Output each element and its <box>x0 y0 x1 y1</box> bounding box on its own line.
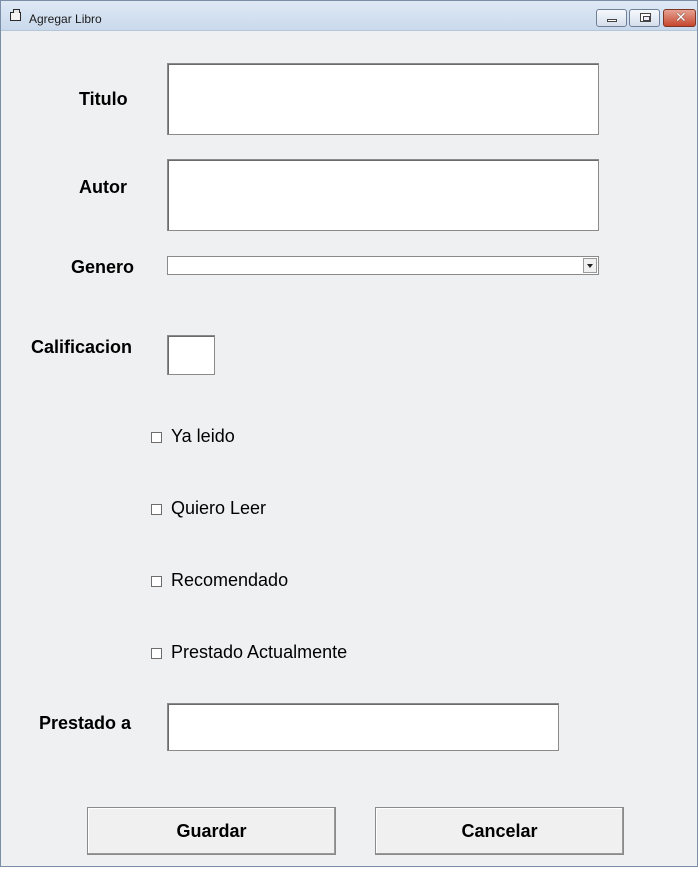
close-button[interactable]: ✕ <box>663 9 696 27</box>
agregar-libro-window: Agregar Libro ✕ Titulo Autor Genero Cali… <box>0 0 698 867</box>
autor-field[interactable] <box>167 159 599 231</box>
checkbox-box[interactable] <box>151 576 162 587</box>
minimize-icon <box>607 19 617 22</box>
genero-select[interactable] <box>167 256 599 275</box>
prestado-a-field[interactable] <box>167 703 559 751</box>
checkbox-label: Ya leido <box>171 426 235 446</box>
calificacion-field[interactable] <box>167 335 215 375</box>
app-icon <box>10 9 21 21</box>
maximize-icon <box>640 13 651 22</box>
checkbox-label: Quiero Leer <box>171 498 267 518</box>
minimize-button[interactable] <box>596 9 627 27</box>
titulo-field[interactable] <box>167 63 599 135</box>
cancelar-button[interactable]: Cancelar <box>375 807 624 855</box>
guardar-button[interactable]: Guardar <box>87 807 336 855</box>
window-title: Agregar Libro <box>29 12 102 26</box>
calificacion-label: Calificacion <box>31 337 133 357</box>
checkbox-box[interactable] <box>151 504 162 515</box>
close-icon: ✕ <box>675 10 687 26</box>
autor-label: Autor <box>79 177 127 197</box>
titulo-label: Titulo <box>79 89 128 109</box>
checkbox-label: Recomendado <box>171 570 289 590</box>
title-bar[interactable]: Agregar Libro ✕ <box>1 1 697 31</box>
maximize-button[interactable] <box>629 9 660 27</box>
checkbox-box[interactable] <box>151 648 162 659</box>
checkbox-box[interactable] <box>151 432 162 443</box>
genero-label: Genero <box>71 257 135 277</box>
chevron-down-icon[interactable] <box>583 258 597 273</box>
checkbox-label: Prestado Actualmente <box>171 642 348 662</box>
prestado-a-label: Prestado a <box>39 713 132 733</box>
